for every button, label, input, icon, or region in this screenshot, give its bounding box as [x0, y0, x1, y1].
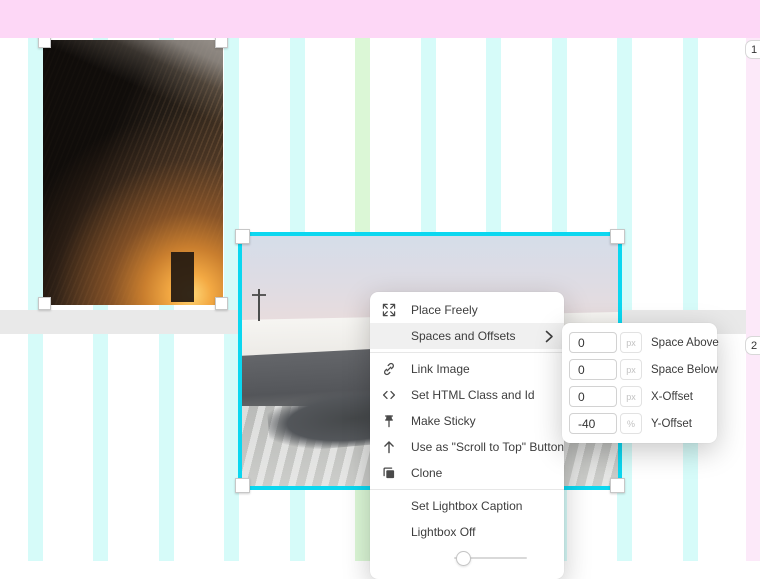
building-silhouette: [171, 252, 194, 302]
space-below-unit-label: px: [620, 359, 642, 380]
selection-handle[interactable]: [610, 478, 625, 493]
space-below-label: Space Below: [651, 364, 718, 376]
menu-item-set-lightbox-caption[interactable]: Set Lightbox Caption: [370, 493, 564, 519]
right-margin-strip: [746, 38, 760, 561]
page-marker-1[interactable]: 1: [745, 40, 760, 59]
y-offset-unit-label: %: [620, 413, 642, 434]
space-below-value-input[interactable]: [569, 359, 617, 380]
link-icon: [382, 362, 401, 376]
menu-item-label: Link Image: [411, 362, 470, 376]
menu-item-label: Spaces and Offsets: [411, 329, 516, 343]
code-icon: [382, 388, 401, 402]
pin-icon: [382, 414, 401, 428]
spaces-offsets-panel: pxSpace AbovepxSpace BelowpxX-Offset%Y-O…: [562, 323, 717, 443]
menu-item-label: Make Sticky: [411, 414, 476, 428]
selection-handle[interactable]: [215, 297, 228, 310]
offset-row-y-offset: % Y-Offset: [569, 410, 710, 437]
menu-slider-knob[interactable]: [456, 551, 471, 566]
expand-icon: [382, 303, 401, 317]
menu-item-clone[interactable]: Clone: [370, 460, 564, 486]
context-menu: Place Freely Spaces and Offsets Link Imag…: [370, 292, 564, 579]
arrow-up-icon: [382, 440, 401, 454]
clone-icon: [382, 466, 401, 480]
x-offset-unit-label: px: [620, 386, 642, 407]
x-offset-label: X-Offset: [651, 391, 693, 403]
layout-guide-column: [683, 38, 698, 561]
chevron-right-icon: [545, 330, 554, 343]
menu-item-visibility-slider[interactable]: [370, 545, 564, 571]
offset-row-x-offset: px X-Offset: [569, 383, 710, 410]
building-photo[interactable]: [43, 40, 223, 305]
menu-item-label: Lightbox Off: [411, 525, 476, 539]
selection-handle[interactable]: [610, 229, 625, 244]
selection-handle[interactable]: [235, 478, 250, 493]
menu-item-spaces-and-offsets[interactable]: Spaces and Offsets: [370, 323, 564, 349]
menu-slider-track[interactable]: [454, 557, 527, 559]
menu-item-label: Place Freely: [411, 303, 478, 317]
y-offset-label: Y-Offset: [651, 418, 692, 430]
page-marker-2[interactable]: 2: [745, 336, 760, 355]
selection-handle[interactable]: [235, 229, 250, 244]
space-above-label: Space Above: [651, 337, 719, 349]
y-offset-value-input[interactable]: [569, 413, 617, 434]
space-above-value-input[interactable]: [569, 332, 617, 353]
menu-divider: [370, 489, 564, 490]
header-section[interactable]: [0, 0, 760, 38]
photo-utility-pole: [258, 289, 260, 322]
menu-item-link-image[interactable]: Link Image: [370, 356, 564, 382]
selection-handle[interactable]: [38, 297, 51, 310]
menu-divider: [370, 352, 564, 353]
offset-row-space-above: pxSpace Above: [569, 329, 710, 356]
menu-item-make-sticky[interactable]: Make Sticky: [370, 408, 564, 434]
menu-item-use-as-scroll-to-top-button[interactable]: Use as "Scroll to Top" Button: [370, 434, 564, 460]
menu-item-label: Set HTML Class and Id: [411, 388, 535, 402]
menu-item-set-html-class-and-id[interactable]: Set HTML Class and Id: [370, 382, 564, 408]
x-offset-value-input[interactable]: [569, 386, 617, 407]
menu-item-label: Use as "Scroll to Top" Button: [411, 440, 564, 454]
space-above-unit-label: px: [620, 332, 642, 353]
menu-item-label: Clone: [411, 466, 442, 480]
menu-item-label: Set Lightbox Caption: [411, 499, 522, 513]
menu-item-place-freely[interactable]: Place Freely: [370, 297, 564, 323]
menu-item-lightbox-off[interactable]: Lightbox Off: [370, 519, 564, 545]
offset-row-space-below: pxSpace Below: [569, 356, 710, 383]
